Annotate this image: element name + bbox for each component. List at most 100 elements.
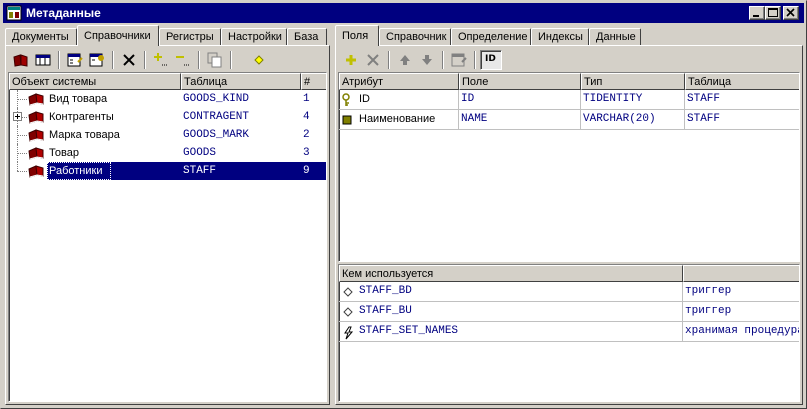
field-type: TIDENTITY: [581, 90, 685, 110]
tree-line: [17, 135, 27, 136]
tab-catalog[interactable]: Справочник: [379, 28, 451, 45]
remove-field-icon[interactable]: [172, 50, 194, 70]
usage-name: STAFF_BU: [339, 302, 683, 322]
right-tabs: Поля Справочник Определение Индексы Данн…: [335, 25, 805, 46]
usage-row[interactable]: STAFF_SET_NAMES хранимая процедура: [339, 322, 799, 342]
tree-row[interactable]: Вид товара GOODS_KIND 1: [9, 90, 326, 108]
properties-icon[interactable]: [64, 50, 86, 70]
toolbar-separator: [144, 51, 146, 69]
right-panel: ID Атрибут Поле Тип Таблица ID ID TIDENTIT…: [335, 45, 803, 405]
tab-database[interactable]: База: [287, 28, 327, 45]
tab-label: Определение: [458, 31, 528, 43]
usage-grid[interactable]: Кем используется STAFF_BD триггер STAFF_BU…: [338, 264, 800, 402]
toolbar-separator: [474, 51, 476, 69]
catalog-table: GOODS_KIND: [183, 93, 250, 105]
catalog-number: 9: [301, 162, 326, 180]
field-attribute: Наименование: [339, 110, 459, 130]
book-icon: [27, 145, 45, 161]
tab-indexes[interactable]: Индексы: [531, 28, 589, 45]
diamond-icon[interactable]: [248, 50, 270, 70]
book-icon: [27, 91, 45, 107]
toolbar-separator: [112, 51, 114, 69]
column-header-kind[interactable]: [683, 265, 799, 282]
delete-icon[interactable]: [362, 50, 384, 70]
column-header-used-by[interactable]: Кем используется: [339, 265, 683, 282]
tab-label: Справочники: [84, 30, 151, 42]
tree-line: [17, 99, 27, 100]
delete-icon[interactable]: [118, 50, 140, 70]
properties-alt-icon[interactable]: [86, 50, 108, 70]
column-header-table[interactable]: Таблица: [181, 73, 301, 90]
catalog-tree-grid[interactable]: Объект системы Таблица # Вид товара GOODS…: [8, 72, 327, 402]
tab-label: Поля: [342, 30, 369, 42]
minimize-button[interactable]: [749, 6, 765, 20]
catalog-table: GOODS: [183, 147, 217, 159]
column-header-object[interactable]: Объект системы: [9, 73, 181, 90]
tab-data[interactable]: Данные: [589, 28, 641, 45]
book-icon: [27, 127, 45, 143]
id-button[interactable]: ID: [480, 50, 502, 70]
tab-label: Регистры: [166, 31, 214, 43]
usage-kind: хранимая процедура: [683, 322, 799, 342]
table-icon[interactable]: [32, 50, 54, 70]
tree-line: [17, 171, 27, 172]
title-bar[interactable]: Метаданные: [3, 3, 804, 23]
book-open-icon[interactable]: [10, 50, 32, 70]
catalog-table: CONTRAGENT: [183, 111, 250, 123]
id-button-label: ID: [485, 54, 496, 64]
tab-registers[interactable]: Регистры: [159, 28, 221, 45]
tab-label: Документы: [12, 31, 69, 43]
tree-row[interactable]: Марка товара GOODS_MARK 2: [9, 126, 326, 144]
catalog-name: Работники: [47, 162, 111, 180]
catalog-name: Контрагенты: [49, 111, 114, 123]
tab-documents[interactable]: Документы: [5, 28, 77, 45]
add-icon[interactable]: [340, 50, 362, 70]
tree-row[interactable]: Контрагенты CONTRAGENT 4: [9, 108, 326, 126]
usage-kind: триггер: [683, 282, 799, 302]
column-header-field[interactable]: Поле: [459, 73, 581, 90]
tab-definition[interactable]: Определение: [451, 28, 531, 45]
usage-name: STAFF_SET_NAMES: [339, 322, 683, 342]
maximize-button[interactable]: [765, 6, 781, 20]
tab-label: Данные: [596, 31, 636, 43]
usage-kind: триггер: [683, 302, 799, 322]
catalog-name: Вид товара: [49, 93, 108, 105]
usage-row[interactable]: STAFF_BD триггер: [339, 282, 799, 302]
fields-grid[interactable]: Атрибут Поле Тип Таблица ID ID TIDENTITY ST…: [338, 72, 800, 262]
field-row[interactable]: Наименование NAME VARCHAR(20) STAFF: [339, 110, 799, 130]
tree-line: [17, 153, 27, 154]
tree-row[interactable]: Товар GOODS 3: [9, 144, 326, 162]
column-header-type[interactable]: Тип: [581, 73, 685, 90]
catalog-name: Товар: [49, 147, 79, 159]
toolbar-separator: [198, 51, 200, 69]
field-table: STAFF: [685, 110, 799, 130]
usage-name: STAFF_BD: [339, 282, 683, 302]
tab-label: База: [294, 31, 319, 43]
tab-fields[interactable]: Поля: [335, 25, 379, 46]
usage-row[interactable]: STAFF_BU триггер: [339, 302, 799, 322]
expand-icon[interactable]: [13, 112, 22, 121]
column-header-attribute[interactable]: Атрибут: [339, 73, 459, 90]
column-header-number[interactable]: #: [301, 73, 326, 90]
move-down-icon[interactable]: [416, 50, 438, 70]
toolbar-separator: [230, 51, 232, 69]
metadata-window: Метаданные Документы Справочники Регистр…: [0, 0, 807, 409]
catalog-name: Марка товара: [49, 129, 120, 141]
add-field-icon[interactable]: [150, 50, 172, 70]
move-up-icon[interactable]: [394, 50, 416, 70]
toolbar-separator: [442, 51, 444, 69]
app-icon[interactable]: [6, 5, 22, 21]
close-button[interactable]: [783, 6, 799, 20]
copy-icon[interactable]: [204, 50, 226, 70]
column-header-table[interactable]: Таблица: [685, 73, 799, 90]
tab-catalogs[interactable]: Справочники: [77, 25, 159, 46]
toolbar-separator: [58, 51, 60, 69]
tree-line: [17, 162, 18, 171]
tree-row[interactable]: Работники STAFF 9: [9, 162, 326, 180]
book-icon: [27, 163, 45, 179]
window-title: Метаданные: [26, 6, 101, 20]
field-name: NAME: [459, 110, 581, 130]
field-row[interactable]: ID ID TIDENTITY STAFF: [339, 90, 799, 110]
properties-icon[interactable]: [448, 50, 470, 70]
tab-settings[interactable]: Настройки: [221, 28, 287, 45]
